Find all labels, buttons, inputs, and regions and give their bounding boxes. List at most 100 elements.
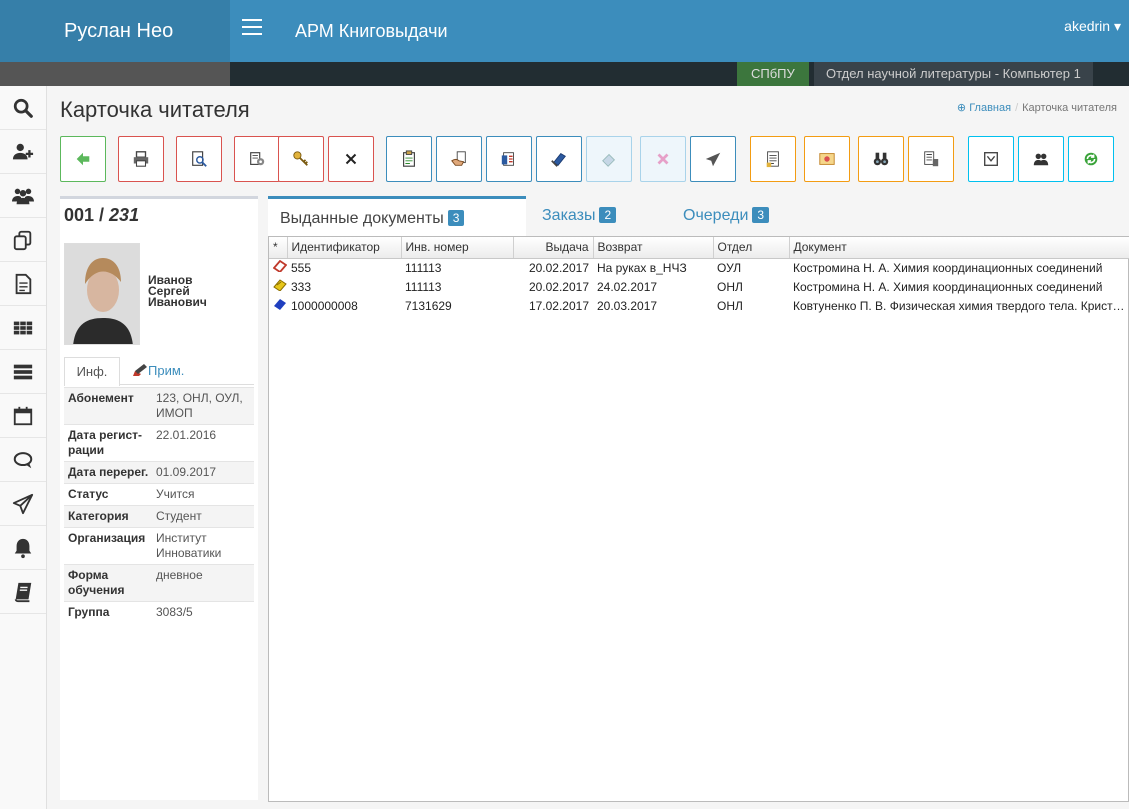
report-icon [924, 151, 939, 167]
users-icon [12, 188, 34, 204]
back-button[interactable] [60, 136, 106, 182]
documents-table: * Идентификатор Инв. номер Выдача Возвра… [269, 237, 1129, 315]
tab-orders[interactable]: Заказы 2 [542, 196, 617, 236]
clipboard-button[interactable] [386, 136, 432, 182]
document-tabs: Выданные документы 3 Заказы 2 Очереди 3 [268, 196, 1129, 236]
print-preview-icon [192, 151, 207, 167]
bell-icon [14, 538, 32, 558]
column-header-status[interactable]: * [269, 237, 288, 259]
notepad-icon [766, 151, 779, 168]
table-header-row: * Идентификатор Инв. номер Выдача Возвра… [269, 237, 1129, 259]
table-row[interactable]: 1000000008 7131629 17.02.2017 20.03.2017… [269, 296, 1129, 315]
inbox-button[interactable] [968, 136, 1014, 182]
reader-id: 001 / 231 [64, 205, 140, 225]
cancel-order-button[interactable] [640, 136, 686, 182]
close-icon [345, 153, 357, 165]
brand-logo[interactable]: Руслан Нео [0, 0, 230, 62]
hand-document-icon [451, 151, 466, 166]
info-row: Дата регист-рации 22.01.2016 [64, 424, 254, 462]
tab-notes[interactable]: Прим. [132, 357, 184, 385]
send-button[interactable] [690, 136, 736, 182]
edit-note-icon [133, 364, 147, 376]
key-icon [293, 151, 308, 166]
copy-icon [13, 230, 32, 250]
find-button[interactable] [858, 136, 904, 182]
info-row: Категория Студент [64, 505, 254, 528]
issue-document-button[interactable] [436, 136, 482, 182]
print-settings-button[interactable] [234, 136, 280, 182]
document-list-button[interactable] [750, 136, 796, 182]
book-red-icon [272, 260, 287, 274]
breadcrumb: ⊕ Главная / Карточка читателя [956, 102, 1117, 114]
grid-icon [13, 321, 33, 334]
prolong-button[interactable] [536, 136, 582, 182]
info-row: Дата перерег. 01.09.2017 [64, 461, 254, 484]
column-header-document[interactable]: Документ [789, 237, 1129, 259]
book-yellow-icon [273, 279, 287, 292]
document-icon [15, 273, 32, 294]
report-button[interactable] [908, 136, 954, 182]
column-header-inventory[interactable]: Инв. номер [401, 237, 514, 259]
group-button[interactable] [1018, 136, 1064, 182]
column-header-department[interactable]: Отдел [713, 237, 790, 259]
print-preview-button[interactable] [176, 136, 222, 182]
count-badge: 2 [599, 207, 617, 223]
image-button[interactable] [804, 136, 850, 182]
sidebar-grid[interactable] [0, 306, 46, 350]
documents-panel: Выданные документы 3 Заказы 2 Очереди 3 * И… [268, 196, 1129, 802]
search-icon [13, 98, 33, 118]
table-row[interactable]: 333 111113 20.02.2017 24.02.2017 ОНЛ Кос… [269, 277, 1129, 296]
breadcrumb-home-link[interactable]: ⊕ Главная [957, 102, 1011, 114]
sidebar-comments[interactable] [0, 438, 46, 482]
sidebar-copy[interactable] [0, 218, 46, 262]
person-photo-icon [65, 244, 139, 344]
column-header-return[interactable]: Возврат [593, 237, 714, 259]
user-menu[interactable]: akedrin ▾ [1064, 18, 1121, 35]
app-title: АРМ Книговыдачи [295, 21, 448, 41]
tab-issued-documents[interactable]: Выданные документы 3 [268, 196, 526, 236]
key-button[interactable] [278, 136, 324, 182]
info-row: Форма обучения дневное [64, 564, 254, 602]
sub-bar: СПбПУ Отдел научной литературы - Компьют… [0, 62, 1129, 86]
caret-down-icon: ▾ [1113, 18, 1121, 34]
refresh-button[interactable] [1068, 136, 1114, 182]
people-icon [1033, 153, 1049, 166]
tab-queues[interactable]: Очереди 3 [683, 196, 770, 236]
delete-button[interactable] [328, 136, 374, 182]
paper-plane-icon [12, 493, 34, 514]
sidebar-send[interactable] [0, 482, 46, 526]
action-toolbar [60, 136, 1120, 186]
binoculars-icon [873, 152, 889, 166]
renew-button[interactable] [586, 136, 632, 182]
top-navbar: Руслан Нео АРМ Книговыдачи akedrin ▾ [0, 0, 1129, 62]
reader-tabs: Инф. Прим. [64, 357, 254, 386]
tray-icon [984, 152, 998, 166]
column-header-id[interactable]: Идентификатор [287, 237, 402, 259]
info-row: Статус Учится [64, 483, 254, 506]
cancel-icon [657, 153, 669, 165]
refresh-icon [1084, 152, 1098, 166]
info-row: Абонемент 123, ОНЛ, ОУЛ, ИМОП [64, 387, 254, 425]
sidebar-document[interactable] [0, 262, 46, 306]
documents-grid: * Идентификатор Инв. номер Выдача Возвра… [268, 236, 1129, 802]
table-row[interactable]: 555 111113 20.02.2017 На руках в_НЧЗ ОУЛ… [269, 258, 1129, 277]
print-button[interactable] [118, 136, 164, 182]
reader-info-table: Абонемент 123, ОНЛ, ОУЛ, ИМОП Дата регист… [64, 387, 254, 623]
sidebar-search[interactable] [0, 86, 46, 130]
menu-toggle-icon[interactable] [242, 19, 262, 35]
return-document-button[interactable] [486, 136, 532, 182]
column-header-issue[interactable]: Выдача [513, 237, 594, 259]
add-user-icon [12, 143, 34, 159]
book-hand-icon [551, 153, 566, 167]
document-stack-icon [501, 152, 514, 166]
sidebar-list[interactable] [0, 350, 46, 394]
tab-info[interactable]: Инф. [64, 357, 120, 386]
sidebar-alerts[interactable] [0, 526, 46, 570]
sidebar-book[interactable] [0, 570, 46, 614]
clipboard-icon [403, 150, 415, 167]
count-badge: 3 [752, 207, 770, 223]
sidebar-users[interactable] [0, 174, 46, 218]
sidebar-calendar[interactable] [0, 394, 46, 438]
breadcrumb-current: Карточка читателя [1022, 102, 1117, 114]
sidebar-add-user[interactable] [0, 130, 46, 174]
